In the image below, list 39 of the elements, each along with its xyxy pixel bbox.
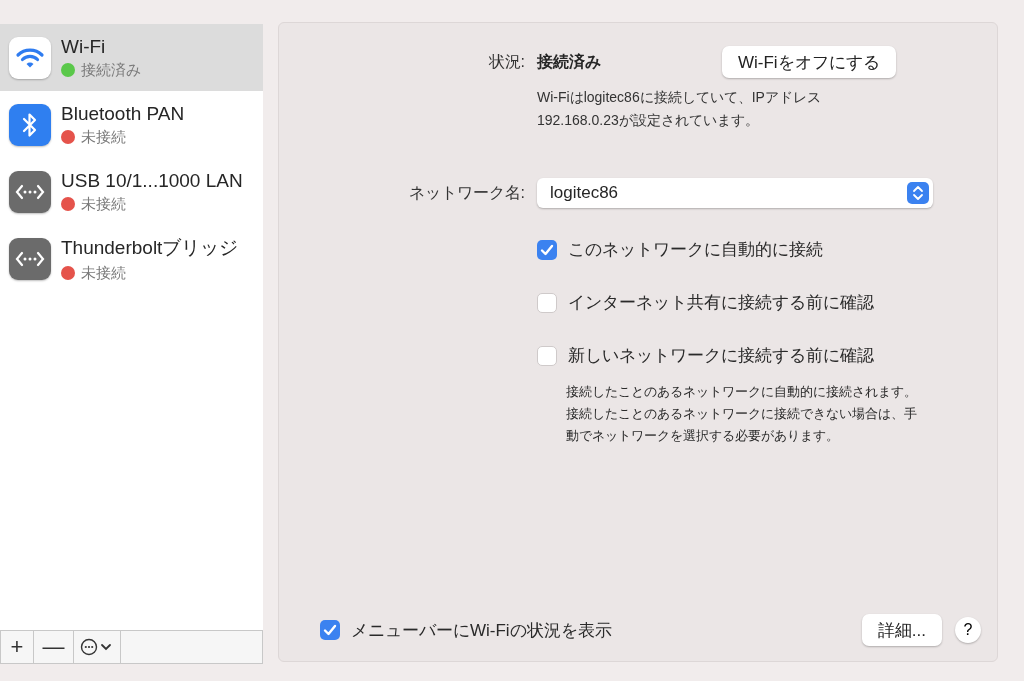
checkmark-icon — [323, 624, 337, 636]
connection-status: 未接続 — [81, 194, 126, 214]
network-list-item[interactable]: Bluetooth PAN 未接続 — [0, 91, 263, 158]
network-name: Thunderboltブリッジ — [61, 235, 239, 260]
status-value: 接続済み — [537, 51, 602, 72]
remove-button[interactable]: — — [34, 631, 74, 663]
wifi-icon — [9, 36, 51, 79]
status-label: 状況: — [487, 51, 525, 72]
ellipsis-chevron-icon — [80, 638, 114, 656]
network-name: USB 10/1...1000 LAN — [61, 169, 243, 192]
wifi-off-button[interactable]: Wi-Fiをオフにする — [722, 46, 896, 78]
stepper-icon — [907, 182, 929, 204]
network-list-item[interactable]: Wi-Fi 接続済み — [0, 24, 263, 91]
network-list-item[interactable]: USB 10/1...1000 LAN 未接続 — [0, 158, 263, 225]
advanced-button[interactable]: 詳細... — [861, 614, 942, 646]
checkbox-label: 新しいネットワークに接続する前に確認 — [568, 345, 874, 367]
checkbox[interactable] — [320, 620, 340, 640]
checkmark-icon — [540, 243, 554, 256]
ethernet-icon — [9, 170, 51, 213]
checkbox[interactable] — [537, 292, 557, 313]
connection-status: 未接続 — [81, 263, 126, 283]
checkbox-label: メニューバーにWi-Fiの状況を表示 — [351, 619, 612, 642]
network-name-popup[interactable]: logitec86 — [537, 178, 933, 208]
add-button[interactable]: + — [1, 631, 34, 663]
checkbox-label: インターネット共有に接続する前に確認 — [568, 292, 874, 314]
ethernet-icon — [9, 237, 51, 280]
connection-status: 未接続 — [81, 127, 126, 147]
network-name-label: ネットワーク名: — [407, 182, 525, 203]
note-text: 接続したことのあるネットワークに自動的に接続されます。接続したことのあるネットワークに接続できない場合は、手動でネットワークを選択する必要があります。 — [566, 383, 918, 445]
checkbox[interactable] — [537, 345, 557, 366]
checkbox[interactable] — [537, 239, 557, 260]
bluetooth-icon — [9, 103, 51, 146]
help-button[interactable]: ? — [955, 617, 981, 643]
checkbox-label: このネットワークに自動的に接続 — [568, 239, 823, 261]
connection-status: 接続済み — [81, 60, 141, 80]
status-description: Wi-Fiはlogitec86に接続していて、IPアドレス 192.168.0.23が設定されています。 — [537, 88, 822, 130]
network-name: Wi-Fi — [61, 35, 107, 58]
network-name: Bluetooth PAN — [61, 102, 185, 125]
network-list-item[interactable]: Thunderboltブリッジ 未接続 — [0, 225, 263, 292]
